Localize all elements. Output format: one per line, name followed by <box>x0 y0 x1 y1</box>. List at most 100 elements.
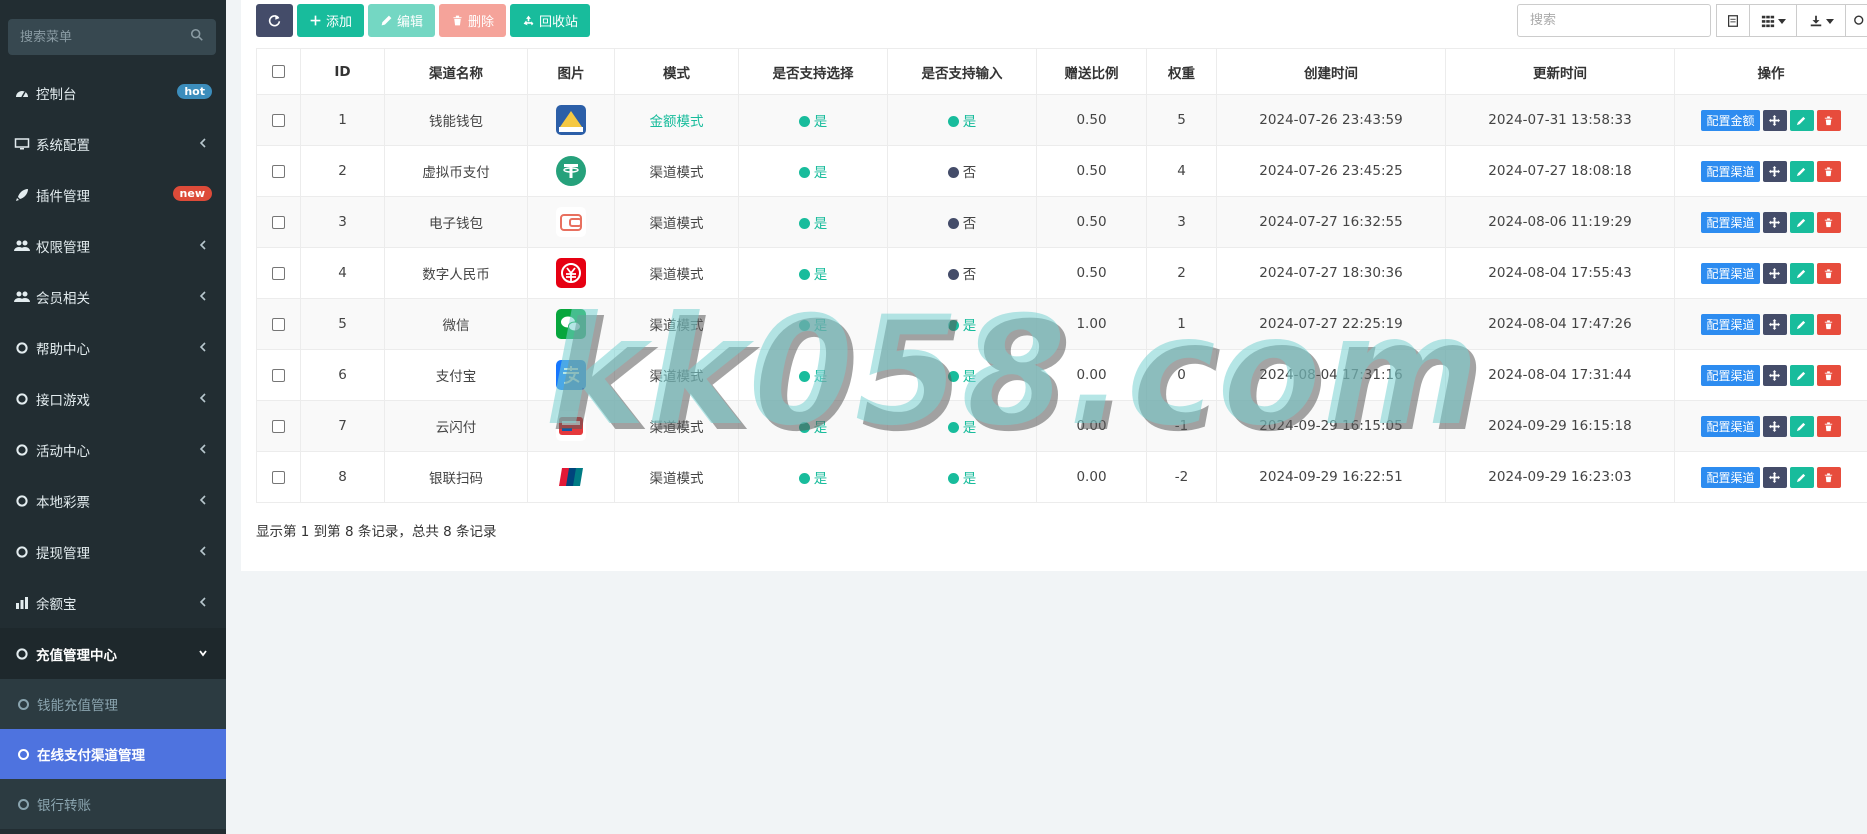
add-button[interactable]: 添加 <box>297 4 365 37</box>
sidebar-item-5[interactable]: 帮助中心 <box>0 322 226 373</box>
sidebar-item-11[interactable]: 充值管理中心 <box>0 628 226 679</box>
row-checkbox[interactable] <box>272 164 285 178</box>
pencil-icon <box>1796 218 1806 227</box>
cell-input-text: 是 <box>962 471 977 487</box>
tether-icon[interactable] <box>556 156 586 186</box>
table-row[interactable]: 5 微信 渠道模式 是 是 1.00 1 2024-07-27 22:25:19 2024-08… <box>256 298 1867 350</box>
search-icon[interactable] <box>190 28 204 42</box>
table-row[interactable]: 1 钱能钱包 金额模式 是 是 0.50 5 2024-07-26 23:43:59 2024-… <box>256 94 1867 146</box>
configure-button[interactable]: 配置金额 <box>1701 109 1760 131</box>
refresh-button[interactable] <box>256 4 293 37</box>
col-header-created[interactable]: 创建时间 <box>1216 48 1446 95</box>
submenu-item-0[interactable]: 钱能充值管理 <box>0 679 226 729</box>
row-edit-button[interactable] <box>1789 364 1814 386</box>
cell-name: 虚拟币支付 <box>384 145 528 197</box>
submenu-item-1[interactable]: 在线支付渠道管理 <box>0 729 226 779</box>
configure-button[interactable]: 配置渠道 <box>1701 364 1760 386</box>
row-edit-button[interactable] <box>1789 160 1814 182</box>
row-delete-button[interactable] <box>1816 211 1841 233</box>
select-all-checkbox[interactable] <box>272 65 285 78</box>
sidebar-search-input[interactable] <box>8 19 216 55</box>
row-checkbox[interactable] <box>272 317 285 331</box>
sidebar-item-6[interactable]: 接口游戏 <box>0 373 226 424</box>
row-delete-button[interactable] <box>1816 364 1841 386</box>
col-header-mode[interactable]: 模式 <box>614 48 739 95</box>
col-header-updated[interactable]: 更新时间 <box>1445 48 1675 95</box>
export-button[interactable] <box>1796 4 1846 37</box>
table-search-input[interactable] <box>1517 4 1711 37</box>
table-row[interactable]: 6 支付宝 渠道模式 是 是 0.00 0 2024-08-04 17:31:16 2024-0… <box>256 349 1867 401</box>
drag-sort-button[interactable] <box>1762 313 1787 335</box>
row-delete-button[interactable] <box>1816 466 1841 488</box>
drag-sort-button[interactable] <box>1762 160 1787 182</box>
search-toggle-button[interactable] <box>1845 4 1867 37</box>
row-edit-button[interactable] <box>1789 313 1814 335</box>
drag-sort-button[interactable] <box>1762 364 1787 386</box>
ecny-icon[interactable] <box>556 258 586 288</box>
col-header-select[interactable]: 是否支持选择 <box>738 48 888 95</box>
col-header-image[interactable]: 图片 <box>527 48 615 95</box>
row-checkbox[interactable] <box>272 470 285 484</box>
col-header-name[interactable]: 渠道名称 <box>384 48 528 95</box>
row-delete-button[interactable] <box>1816 415 1841 437</box>
table-row[interactable]: 2 虚拟币支付 渠道模式 是 否 0.50 4 2024-07-26 23:45:25 2024… <box>256 145 1867 197</box>
sidebar-item-2[interactable]: 插件管理 new <box>0 169 226 220</box>
configure-button[interactable]: 配置渠道 <box>1701 211 1760 233</box>
cell-created: 2024-07-27 22:25:19 <box>1216 298 1446 350</box>
drag-sort-button[interactable] <box>1762 262 1787 284</box>
drag-sort-button[interactable] <box>1762 109 1787 131</box>
delete-button[interactable]: 删除 <box>439 4 507 37</box>
row-edit-button[interactable] <box>1789 415 1814 437</box>
col-header-weight[interactable]: 权重 <box>1146 48 1217 95</box>
sidebar-item-7[interactable]: 活动中心 <box>0 424 226 475</box>
cell-created: 2024-09-29 16:15:05 <box>1216 400 1446 452</box>
configure-button[interactable]: 配置渠道 <box>1701 466 1760 488</box>
row-edit-button[interactable] <box>1789 466 1814 488</box>
cell-name: 银联扫码 <box>384 451 528 503</box>
configure-button[interactable]: 配置渠道 <box>1701 415 1760 437</box>
edit-button[interactable]: 编辑 <box>368 4 436 37</box>
row-checkbox[interactable] <box>272 113 285 127</box>
wallet-icon[interactable] <box>556 207 586 237</box>
row-checkbox[interactable] <box>272 215 285 229</box>
drag-sort-button[interactable] <box>1762 415 1787 437</box>
sidebar-item-9[interactable]: 提现管理 <box>0 526 226 577</box>
row-checkbox[interactable] <box>272 419 285 433</box>
row-checkbox[interactable] <box>272 368 285 382</box>
configure-button[interactable]: 配置渠道 <box>1701 262 1760 284</box>
row-delete-button[interactable] <box>1816 109 1841 131</box>
sidebar-item-10[interactable]: 余额宝 <box>0 577 226 628</box>
quickpass-icon[interactable] <box>556 411 586 441</box>
configure-button[interactable]: 配置渠道 <box>1701 313 1760 335</box>
sidebar-item-8[interactable]: 本地彩票 <box>0 475 226 526</box>
row-delete-button[interactable] <box>1816 313 1841 335</box>
row-edit-button[interactable] <box>1789 109 1814 131</box>
submenu-item-2[interactable]: 银行转账 <box>0 779 226 829</box>
col-header-ratio[interactable]: 赠送比例 <box>1036 48 1147 95</box>
table-row[interactable]: 7 云闪付 渠道模式 是 是 0.00 -1 2024-09-29 16:15:05 2024-… <box>256 400 1867 452</box>
row-edit-button[interactable] <box>1789 262 1814 284</box>
qianneng-logo-icon[interactable] <box>556 105 586 135</box>
col-header-id[interactable]: ID <box>300 48 385 95</box>
drag-sort-button[interactable] <box>1762 211 1787 233</box>
sidebar-item-3[interactable]: 权限管理 <box>0 220 226 271</box>
row-delete-button[interactable] <box>1816 262 1841 284</box>
table-row[interactable]: 8 银联扫码 渠道模式 是 是 0.00 -2 2024-09-29 16:22:51 2024… <box>256 451 1867 503</box>
drag-sort-button[interactable] <box>1762 466 1787 488</box>
sidebar-item-4[interactable]: 会员相关 <box>0 271 226 322</box>
alipay-icon[interactable] <box>556 360 586 390</box>
wechat-icon[interactable] <box>556 309 586 339</box>
col-header-input[interactable]: 是否支持输入 <box>887 48 1037 95</box>
sidebar-item-0[interactable]: 控制台 hot <box>0 67 226 118</box>
table-row[interactable]: 3 电子钱包 渠道模式是否 0.50 3 2024-07-27 16:32:55 2024-… <box>256 196 1867 248</box>
recycle-bin-button[interactable]: 回收站 <box>510 4 591 37</box>
sidebar-item-1[interactable]: 系统配置 <box>0 118 226 169</box>
row-delete-button[interactable] <box>1816 160 1841 182</box>
row-checkbox[interactable] <box>272 266 285 280</box>
unionpay-icon[interactable] <box>556 462 586 492</box>
table-row[interactable]: 4 数字人民币 渠道模式 是 否 0.50 2 2024-07-27 18:30:36 2024… <box>256 247 1867 299</box>
export-view-button[interactable] <box>1716 4 1750 37</box>
configure-button[interactable]: 配置渠道 <box>1701 160 1760 182</box>
row-edit-button[interactable] <box>1789 211 1814 233</box>
columns-toggle-button[interactable] <box>1749 4 1797 37</box>
